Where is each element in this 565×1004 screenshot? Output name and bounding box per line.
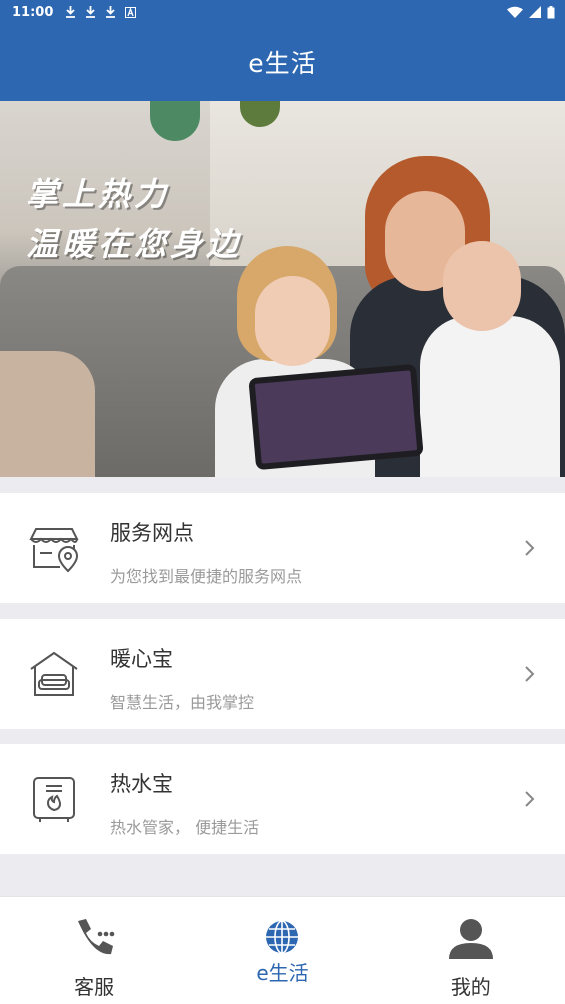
user-icon	[448, 919, 493, 959]
card-title: 服务网点	[110, 521, 194, 545]
download-icon	[106, 6, 116, 18]
banner-baby	[443, 241, 521, 331]
download-icon	[66, 6, 76, 18]
service-card-heating[interactable]: 暖心宝 智慧生活，由我掌控	[0, 619, 565, 729]
nav-item-elife[interactable]: e生活	[188, 897, 376, 1004]
promo-banner[interactable]: 掌上热力 温暖在您身边	[0, 101, 565, 477]
signal-icon	[529, 6, 541, 18]
a-icon	[125, 6, 137, 18]
status-time: 11:00	[12, 4, 54, 20]
banner-lamp	[150, 101, 200, 141]
chevron-right-icon	[525, 540, 535, 556]
card-title: 热水宝	[110, 772, 173, 796]
globe-icon	[266, 920, 299, 954]
banner-tagline: 温暖在您身边	[26, 225, 243, 263]
nav-label: e生活	[256, 961, 309, 985]
nav-item-mine[interactable]: 我的	[377, 897, 565, 1004]
card-subtitle: 热水管家， 便捷生活	[110, 818, 260, 837]
nav-label: 我的	[450, 975, 491, 999]
service-card-network[interactable]: 服务网点 为您找到最便捷的服务网点	[0, 493, 565, 603]
phone-icon	[78, 919, 115, 955]
system-icons	[507, 5, 555, 19]
nav-item-service[interactable]: 客服	[0, 897, 188, 1004]
page-title: e生活	[248, 49, 317, 78]
service-card-hotwater[interactable]: 热水宝 热水管家， 便捷生活	[0, 744, 565, 854]
banner-cushion	[0, 351, 95, 477]
home-sofa-icon	[30, 651, 78, 696]
store-location-icon	[29, 528, 79, 573]
bottom-nav: 客服 e生活 我的	[0, 896, 565, 1004]
banner-tablet	[248, 363, 424, 471]
wifi-icon	[507, 6, 523, 18]
card-subtitle: 智慧生活，由我掌控	[110, 693, 255, 712]
top-bar: 11:00 e生活	[0, 0, 565, 101]
notification-icons	[65, 6, 137, 18]
battery-icon	[547, 5, 555, 18]
banner-baby-body	[420, 316, 560, 477]
download-icon	[86, 6, 96, 18]
water-heater-icon	[33, 777, 75, 822]
chevron-right-icon	[525, 791, 535, 807]
banner-girl-face	[255, 276, 330, 366]
card-title: 暖心宝	[110, 647, 173, 671]
card-subtitle: 为您找到最便捷的服务网点	[110, 567, 303, 586]
chevron-right-icon	[525, 666, 535, 682]
nav-label: 客服	[74, 975, 115, 999]
banner-headline: 掌上热力	[26, 175, 171, 213]
status-bar: 11:00	[0, 0, 565, 24]
